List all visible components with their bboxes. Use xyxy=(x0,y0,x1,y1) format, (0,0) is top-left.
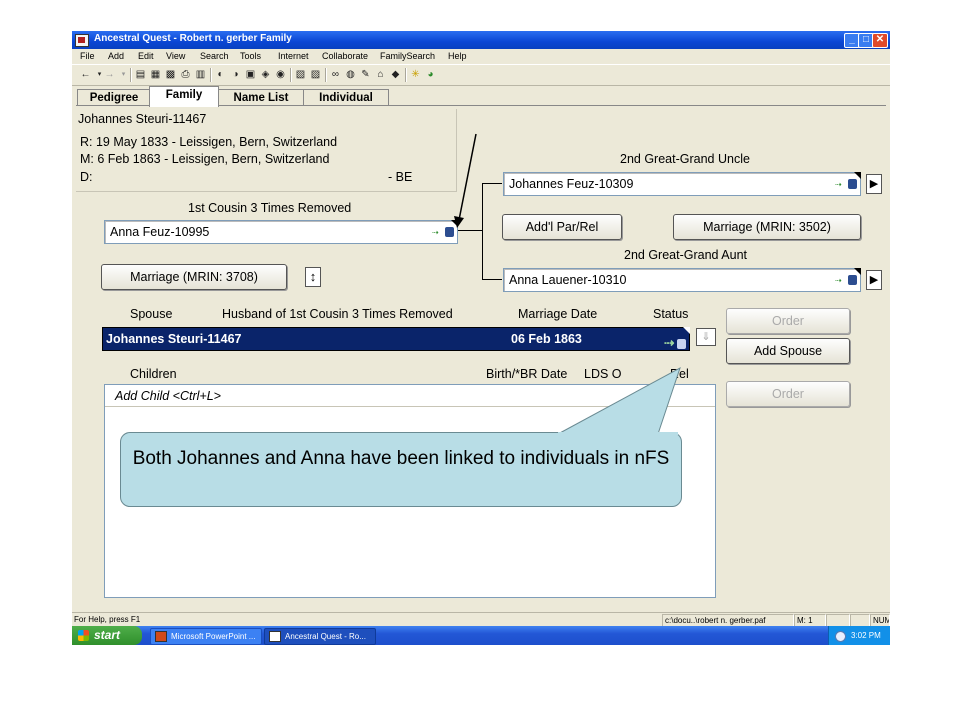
marriage-date-header: Marriage Date xyxy=(518,307,598,321)
tab-family[interactable]: Family xyxy=(149,86,219,107)
add-spouse-button[interactable]: Add Spouse xyxy=(726,338,850,364)
husband-header: Husband of 1st Cousin 3 Times Removed xyxy=(222,307,453,321)
spouse-row[interactable]: Johannes Steuri-11467 06 Feb 1863 ⇢ xyxy=(102,327,690,351)
system-tray: 3:02 PM xyxy=(828,626,890,645)
toolbar: ← ▾ → ▾ ▤ ▦ ▩ ⎙ ▥ ◐ ◑ ▣ ◈ ◉ ▧ ▨ ∞ ◍ ✎ ⌂ … xyxy=(72,64,890,86)
forward-icon[interactable]: → xyxy=(104,69,115,80)
binoculars-icon[interactable]: ∞ xyxy=(330,69,341,80)
spouse-header: Spouse xyxy=(130,307,173,321)
open-icon[interactable]: ▤ xyxy=(135,69,146,80)
status-help: For Help, press F1 xyxy=(74,615,141,624)
tool-icon[interactable]: ◉ xyxy=(275,69,286,80)
window-title: Ancestral Quest - Robert n. gerber Famil… xyxy=(94,33,292,44)
family-view: Johannes Steuri-11467 R: 19 May 1833 - L… xyxy=(76,105,886,616)
menu-add[interactable]: Add xyxy=(108,51,124,61)
aunt-name: Anna Lauener-10310 xyxy=(509,273,627,287)
tool-icon[interactable]: ▣ xyxy=(245,69,256,80)
home-icon[interactable]: ⌂ xyxy=(375,69,386,80)
task-ancestral-quest[interactable]: Ancestral Quest - Ro... xyxy=(264,628,376,645)
uncle-name: Johannes Feuz-10309 xyxy=(509,177,634,191)
back-icon[interactable]: ← xyxy=(80,69,91,80)
summary-name: Johannes Steuri-11467 xyxy=(78,112,207,126)
status-header: Status xyxy=(653,307,689,321)
cousin-field[interactable]: Anna Feuz-10995 ⇢ xyxy=(104,220,458,244)
callout-box: Both Johannes and Anna have been linked … xyxy=(120,432,682,507)
swap-arrows-icon[interactable]: ↕ xyxy=(305,267,321,287)
menu-file[interactable]: File xyxy=(80,51,95,61)
aunt-relationship-label: 2nd Great-Grand Aunt xyxy=(624,248,747,262)
order-children-button[interactable]: Order xyxy=(726,381,850,407)
tab-pedigree[interactable]: Pedigree xyxy=(77,89,151,106)
add-par-rel-button[interactable]: Add'l Par/Rel xyxy=(502,214,622,240)
menu-tools[interactable]: Tools xyxy=(240,51,261,61)
summary-death-place: - BE xyxy=(388,170,413,184)
dropdown-icon[interactable]: ▾ xyxy=(118,69,129,80)
menu-collaborate[interactable]: Collaborate xyxy=(322,51,368,61)
sparkle-icon[interactable]: ✳ xyxy=(410,69,421,80)
menu-view[interactable]: View xyxy=(166,51,185,61)
taskbar: start Microsoft PowerPoint ... Ancestral… xyxy=(72,626,890,645)
volume-icon[interactable] xyxy=(835,631,846,642)
spouse-marriage-date: 06 Feb 1863 xyxy=(511,332,582,346)
corner-marker-icon xyxy=(854,268,861,275)
menu-help[interactable]: Help xyxy=(448,51,467,61)
windows-logo-icon xyxy=(78,630,89,641)
tool-icon[interactable]: ✎ xyxy=(360,69,371,80)
print-icon[interactable]: ⎙ xyxy=(180,69,191,80)
app-icon xyxy=(75,34,89,47)
tab-individual[interactable]: Individual xyxy=(303,89,389,106)
cousin-relationship-label: 1st Cousin 3 Times Removed xyxy=(188,201,352,215)
task-label: Ancestral Quest - Ro... xyxy=(285,632,366,641)
spouse-name: Johannes Steuri-11467 xyxy=(106,332,242,346)
corner-marker-icon xyxy=(854,172,861,179)
summary-death: D: xyxy=(80,170,93,184)
tool-icon[interactable]: ◑ xyxy=(230,69,241,80)
save-icon[interactable]: ▦ xyxy=(150,69,161,80)
familysearch-link-icon[interactable]: ⇢ xyxy=(835,275,857,286)
menu-internet[interactable]: Internet xyxy=(278,51,309,61)
tool-icon[interactable]: ◐ xyxy=(215,69,226,80)
callout-text: Both Johannes and Anna have been linked … xyxy=(132,448,670,469)
task-powerpoint[interactable]: Microsoft PowerPoint ... xyxy=(150,628,262,645)
cousin-name: Anna Feuz-10995 xyxy=(110,225,210,239)
clock: 3:02 PM xyxy=(851,631,881,640)
start-button[interactable]: start xyxy=(72,626,142,645)
tool-icon[interactable]: ◆ xyxy=(390,69,401,80)
familysearch-link-icon[interactable]: ⇢ xyxy=(835,179,857,190)
status-bar: For Help, press F1 c:\docu..\robert n. g… xyxy=(72,612,890,627)
menu-edit[interactable]: Edit xyxy=(138,51,154,61)
uncle-relationship-label: 2nd Great-Grand Uncle xyxy=(620,152,750,166)
book-icon[interactable]: ▥ xyxy=(195,69,206,80)
tool-icon[interactable]: ◍ xyxy=(345,69,356,80)
tool-icon[interactable]: ◈ xyxy=(260,69,271,80)
pointer-arrow xyxy=(454,133,477,228)
close-icon[interactable]: ✕ xyxy=(872,33,888,48)
tool-icon[interactable]: ▧ xyxy=(295,69,306,80)
start-label: start xyxy=(94,628,121,642)
uncle-next-icon[interactable]: ▶ xyxy=(866,174,882,194)
aunt-field[interactable]: Anna Lauener-10310 ⇢ xyxy=(503,268,861,292)
order-spouse-button[interactable]: Order xyxy=(726,308,850,334)
summary-residence: R: 19 May 1833 - Leissigen, Bern, Switze… xyxy=(80,135,338,149)
tool-icon[interactable]: ▨ xyxy=(310,69,321,80)
properties-icon[interactable]: ▩ xyxy=(165,69,176,80)
menu-bar: File Add Edit View Search Tools Internet… xyxy=(72,49,890,63)
tab-name-list[interactable]: Name List xyxy=(217,89,305,106)
powerpoint-icon xyxy=(155,631,167,643)
marriage-right-button[interactable]: Marriage (MRIN: 3502) xyxy=(673,214,861,240)
summary-marriage: M: 6 Feb 1863 - Leissigen, Bern, Switzer… xyxy=(80,152,330,166)
app-icon xyxy=(269,631,281,643)
menu-familysearch[interactable]: FamilySearch xyxy=(380,51,435,61)
move-down-icon[interactable]: ⇓ xyxy=(696,328,716,346)
task-label: Microsoft PowerPoint ... xyxy=(171,632,256,641)
menu-search[interactable]: Search xyxy=(200,51,229,61)
app-window: Ancestral Quest - Robert n. gerber Famil… xyxy=(72,31,890,645)
uncle-field[interactable]: Johannes Feuz-10309 ⇢ xyxy=(503,172,861,196)
marriage-left-button[interactable]: Marriage (MRIN: 3708) xyxy=(101,264,287,290)
globe-icon[interactable]: ◕ xyxy=(425,69,436,80)
title-bar: Ancestral Quest - Robert n. gerber Famil… xyxy=(72,31,890,49)
aunt-next-icon[interactable]: ▶ xyxy=(866,270,882,290)
corner-marker-icon xyxy=(683,327,690,334)
familysearch-link-icon[interactable]: ⇢ xyxy=(664,335,686,349)
